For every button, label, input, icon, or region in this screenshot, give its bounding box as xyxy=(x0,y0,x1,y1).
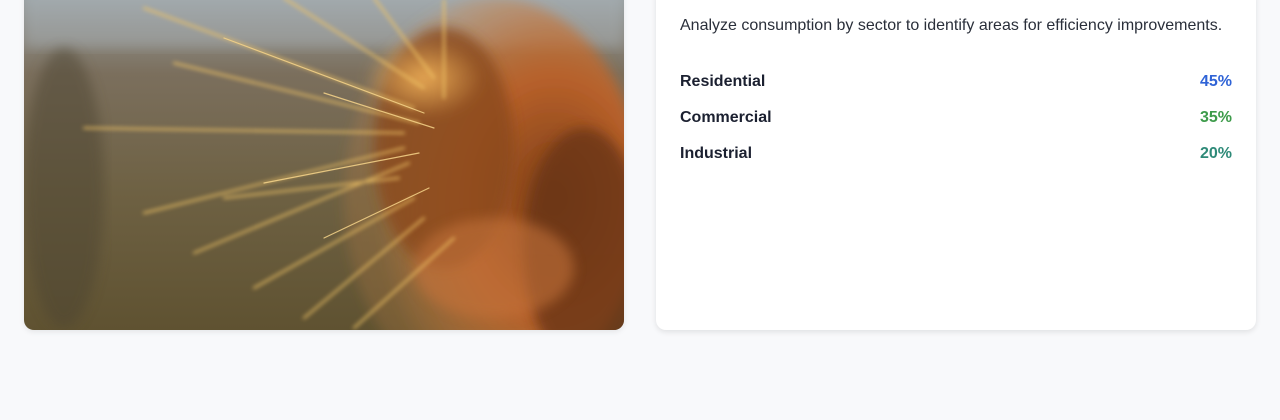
cactus-photo xyxy=(24,0,624,330)
sector-value-commercial: 35% xyxy=(1199,109,1232,126)
sector-value-residential: 45% xyxy=(1199,73,1232,90)
sector-label-industrial: Industrial xyxy=(680,145,753,162)
sector-value-industrial: 20% xyxy=(1199,145,1232,162)
sector-row-residential: Residential 45% xyxy=(680,64,1232,100)
sector-description: Analyze consumption by sector to identif… xyxy=(680,17,1223,34)
sector-consumption-card: Analyze consumption by sector to identif… xyxy=(656,0,1256,330)
sector-list: Residential 45% Commercial 35% Industria… xyxy=(680,64,1232,172)
sector-row-commercial: Commercial 35% xyxy=(680,100,1232,136)
sector-row-industrial: Industrial 20% xyxy=(680,136,1232,172)
sector-label-residential: Residential xyxy=(680,73,766,90)
sector-label-commercial: Commercial xyxy=(680,109,772,126)
